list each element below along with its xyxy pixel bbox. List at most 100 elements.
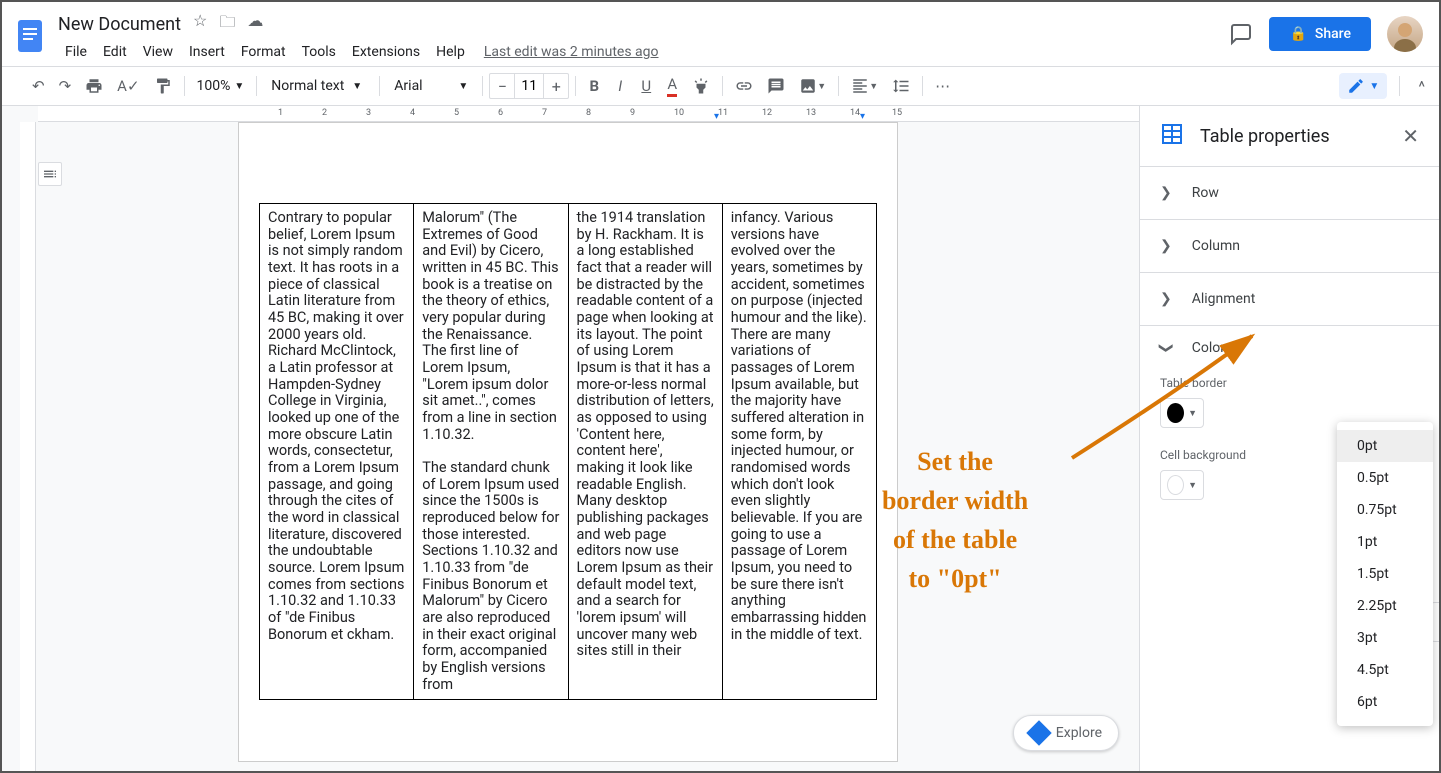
editing-mode-button[interactable]: ▼ [1339, 73, 1387, 99]
section-row[interactable]: ❯ Row [1140, 166, 1439, 219]
text: Malorum" (The Extremes of Good and Evil)… [422, 209, 558, 443]
document-table[interactable]: Contrary to popular belief, Lorem Ipsum … [259, 203, 877, 700]
menu-edit[interactable]: Edit [96, 40, 134, 64]
print-button[interactable] [79, 71, 109, 101]
last-edit-link[interactable]: Last edit was 2 minutes ago [484, 44, 659, 60]
indent-right-icon[interactable]: ▾ [860, 111, 865, 122]
table-cell[interactable]: Malorum" (The Extremes of Good and Evil)… [414, 204, 568, 700]
vertical-ruler[interactable] [20, 122, 36, 771]
explore-icon [1026, 720, 1051, 745]
ruler-mark: 5 [454, 108, 459, 118]
explore-button[interactable]: Explore [1013, 715, 1119, 751]
border-width-dropdown: 0pt 0.5pt 0.75pt 1pt 1.5pt 2.25pt 3pt 4.… [1337, 422, 1433, 726]
border-width-option-15pt[interactable]: 1.5pt [1337, 558, 1433, 590]
undo-button[interactable]: ↶ [26, 71, 51, 101]
section-color[interactable]: ❯ Color [1160, 340, 1419, 356]
ruler-mark: 8 [586, 108, 591, 118]
cloud-status-icon[interactable]: ☁ [247, 11, 263, 38]
font-select[interactable]: Arial▼ [386, 78, 476, 94]
menu-format[interactable]: Format [234, 40, 293, 64]
border-width-option-6pt[interactable]: 6pt [1337, 686, 1433, 718]
ruler-mark: 13 [806, 108, 816, 118]
docs-logo[interactable] [10, 16, 50, 56]
font-size-stepper: − 11 + [489, 73, 569, 99]
document-title[interactable]: New Document [58, 14, 181, 35]
menu-extensions[interactable]: Extensions [345, 40, 427, 64]
border-color-swatch[interactable]: ▼ [1160, 398, 1204, 428]
paragraph-style-select[interactable]: Normal text▼ [263, 78, 373, 94]
redo-button[interactable]: ↷ [53, 71, 78, 101]
border-width-option-45pt[interactable]: 4.5pt [1337, 654, 1433, 686]
color-circle-black [1167, 403, 1184, 423]
border-width-option-0pt[interactable]: 0pt [1337, 430, 1433, 462]
menu-help[interactable]: Help [429, 40, 472, 64]
font-size-decrease[interactable]: − [490, 74, 514, 98]
star-icon[interactable]: ☆ [193, 11, 207, 38]
text-color-button[interactable]: A [660, 69, 684, 103]
ruler-mark: 7 [542, 108, 547, 118]
toolbar: ↶ ↷ A✓ 100%▼ Normal text▼ Arial▼ − 11 + … [2, 66, 1439, 106]
outline-toggle-button[interactable] [38, 162, 62, 186]
border-width-option-3pt[interactable]: 3pt [1337, 622, 1433, 654]
menu-file[interactable]: File [58, 40, 94, 64]
share-button[interactable]: 🔒 Share [1269, 17, 1371, 51]
paint-format-button[interactable] [148, 71, 178, 101]
ruler-mark: 15 [892, 108, 902, 118]
table-row[interactable]: Contrary to popular belief, Lorem Ipsum … [260, 204, 877, 700]
panel-title: Table properties [1200, 126, 1386, 147]
border-width-option-225pt[interactable]: 2.25pt [1337, 590, 1433, 622]
horizontal-ruler[interactable]: 1 2 3 4 5 6 7 8 9 10 11 12 13 14 15 ▾ ▾ [38, 106, 1139, 122]
text: The standard chunk of Lorem Ipsum used s… [422, 459, 559, 693]
highlight-button[interactable] [686, 71, 716, 101]
section-label: Row [1192, 185, 1219, 201]
section-label: Color [1192, 340, 1225, 356]
table-cell[interactable]: the 1914 translation by H. Rackham. It i… [568, 204, 722, 700]
menu-view[interactable]: View [136, 40, 180, 64]
indent-left-icon[interactable]: ▾ [714, 111, 719, 122]
document-page[interactable]: Contrary to popular belief, Lorem Ipsum … [238, 122, 898, 762]
ruler-mark: 4 [410, 108, 415, 118]
chevron-right-icon: ❯ [1160, 291, 1172, 307]
italic-button[interactable]: I [608, 71, 632, 101]
spellcheck-button[interactable]: A✓ [111, 71, 145, 101]
table-cell[interactable]: Contrary to popular belief, Lorem Ipsum … [260, 204, 414, 700]
menu-insert[interactable]: Insert [182, 40, 232, 64]
ruler-mark: 9 [630, 108, 635, 118]
share-label: Share [1315, 26, 1351, 42]
chevron-right-icon: ❯ [1160, 238, 1172, 254]
table-cell[interactable]: infancy. Various versions have evolved o… [722, 204, 876, 700]
border-width-option-075pt[interactable]: 0.75pt [1337, 494, 1433, 526]
bold-button[interactable]: B [582, 71, 606, 101]
lock-icon: 🔒 [1289, 26, 1306, 42]
close-panel-button[interactable]: ✕ [1402, 124, 1419, 148]
font-size-value[interactable]: 11 [514, 74, 544, 98]
border-width-option-1pt[interactable]: 1pt [1337, 526, 1433, 558]
insert-link-button[interactable] [729, 71, 759, 101]
section-alignment[interactable]: ❯ Alignment [1140, 272, 1439, 325]
insert-image-button[interactable]: ▼ [793, 71, 832, 101]
move-icon[interactable]: 🗀 [219, 11, 235, 38]
menu-tools[interactable]: Tools [295, 40, 343, 64]
align-button[interactable]: ▼ [845, 71, 884, 101]
section-label: Column [1192, 238, 1240, 254]
border-width-option-05pt[interactable]: 0.5pt [1337, 462, 1433, 494]
account-avatar[interactable] [1387, 16, 1423, 52]
cell-bg-swatch[interactable]: ▼ [1160, 470, 1204, 500]
zoom-select[interactable]: 100%▼ [191, 78, 251, 94]
comments-icon[interactable] [1229, 22, 1253, 46]
font-size-increase[interactable]: + [544, 74, 568, 98]
section-label: Alignment [1192, 291, 1256, 307]
more-button[interactable]: ⋯ [929, 71, 956, 101]
ruler-mark: 11 [718, 108, 728, 118]
underline-button[interactable]: U [634, 71, 658, 101]
chevron-right-icon: ❯ [1160, 185, 1172, 201]
section-column[interactable]: ❯ Column [1140, 219, 1439, 272]
dropdown-arrow-icon: ▼ [1188, 408, 1197, 419]
hide-menus-button[interactable]: ^ [1412, 71, 1431, 102]
table-border-label: Table border [1160, 376, 1419, 390]
insert-comment-button[interactable] [761, 71, 791, 101]
ruler-mark: 14 [850, 108, 860, 118]
line-spacing-button[interactable] [886, 71, 916, 101]
chevron-down-icon: ❯ [1158, 342, 1174, 354]
table-properties-panel: Table properties ✕ ❯ Row ❯ Column ❯ Alig… [1139, 106, 1439, 771]
